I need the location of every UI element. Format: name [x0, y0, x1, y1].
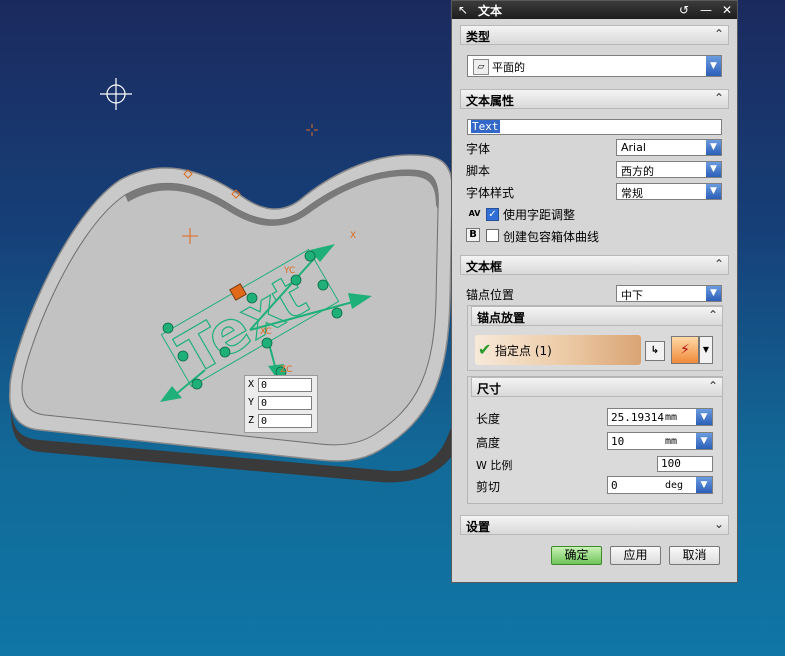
length-label: 长度 [476, 412, 501, 426]
shear-label: 剪切 [476, 480, 501, 494]
coord-z-input[interactable]: 0 [258, 414, 312, 428]
height-unit: mm [665, 436, 678, 447]
coord-row-y: Y 0 [245, 396, 317, 412]
anchor-position-label: 锚点位置 [466, 288, 515, 302]
kerning-label: 使用字距调整 [503, 208, 576, 222]
anchor-position-value: 中下 [621, 289, 643, 302]
apply-button[interactable]: 应用 [610, 546, 661, 565]
width-scale-value: 100 [661, 457, 681, 470]
anchor-place-header[interactable]: 锚点放置 ⌃ [471, 306, 723, 326]
specify-point-selector[interactable]: ✔ 指定点 (1) [475, 335, 641, 365]
collapse-chevron-icon[interactable]: ⌃ [714, 257, 724, 271]
dimensions-title: 尺寸 [477, 382, 502, 396]
font-select-value: Arial [621, 141, 646, 154]
shear-input[interactable]: 0 deg ▼ [607, 476, 713, 494]
collapse-chevron-icon[interactable]: ⌃ [708, 379, 718, 393]
coord-x-input[interactable]: 0 [258, 378, 312, 392]
width-scale-label: W 比例 [476, 459, 513, 472]
text-dialog: ↖ 文本 ↺ — ✕ 类型 ⌃ ▱ 平面的 ▼ 文本属性 ⌃ Text 字体 A… [451, 0, 738, 583]
font-select[interactable]: Arial ▼ [616, 139, 722, 156]
kerning-checkbox[interactable]: ✓ [486, 208, 499, 221]
shear-unit: deg [665, 480, 684, 491]
anchor-place-title: 锚点放置 [477, 311, 526, 325]
bounding-box-label: 创建包容箱体曲线 [503, 230, 600, 244]
section-type-header[interactable]: 类型 ⌃ [460, 25, 729, 45]
dimensions-header[interactable]: 尺寸 ⌃ [471, 377, 723, 397]
chevron-down-icon[interactable]: ▼ [696, 409, 712, 425]
dialog-title: 文本 [478, 4, 503, 18]
minimize-icon[interactable]: — [698, 2, 714, 18]
font-style-select-value: 常规 [621, 187, 643, 200]
coord-row-x: X 0 [245, 378, 317, 394]
font-label: 字体 [466, 142, 491, 156]
pointer-icon: ↖ [457, 3, 469, 17]
text-input-value: Text [471, 120, 500, 133]
checkmark-icon: ✔ [478, 340, 492, 359]
section-settings-header[interactable]: 设置 ⌄ [460, 515, 729, 535]
shear-value: 0 [611, 479, 618, 492]
anchor-position-select[interactable]: 中下 ▼ [616, 285, 722, 302]
script-select[interactable]: 西方的 ▼ [616, 161, 722, 178]
planar-icon: ▱ [473, 59, 489, 75]
chevron-down-icon[interactable]: ▼ [699, 336, 713, 364]
section-text-box-header[interactable]: 文本框 ⌃ [460, 255, 729, 275]
chevron-down-icon[interactable]: ▼ [706, 286, 721, 301]
section-type-title: 类型 [466, 30, 491, 44]
crosshair-cursor-icon [100, 78, 132, 110]
length-input[interactable]: 25.19314 mm ▼ [607, 408, 713, 426]
type-select[interactable]: ▱ 平面的 ▼ [467, 55, 722, 77]
script-label: 脚本 [466, 164, 491, 178]
coordinate-input-box: X 0 Y 0 Z 0 [244, 375, 318, 433]
chevron-down-icon[interactable]: ▼ [706, 140, 721, 155]
script-select-value: 西方的 [621, 165, 654, 178]
coord-y-label: Y [248, 397, 255, 408]
cancel-button[interactable]: 取消 [669, 546, 720, 565]
expand-chevron-icon[interactable]: ⌄ [714, 517, 724, 531]
label-x: X [350, 231, 356, 241]
chevron-down-icon[interactable]: ▼ [696, 477, 712, 493]
section-text-props-header[interactable]: 文本属性 ⌃ [460, 89, 729, 109]
label-yc: YC [283, 266, 295, 276]
coord-z-label: Z [248, 415, 255, 426]
section-text-props-title: 文本属性 [466, 94, 515, 108]
collapse-chevron-icon[interactable]: ⌃ [714, 91, 724, 105]
section-text-box-title: 文本框 [466, 260, 503, 274]
close-icon[interactable]: ✕ [719, 2, 735, 18]
height-label: 高度 [476, 436, 501, 450]
width-scale-input[interactable]: 100 [657, 456, 713, 472]
ok-button[interactable]: 确定 [551, 546, 602, 565]
coord-row-z: Z 0 [245, 414, 317, 430]
font-style-label: 字体样式 [466, 186, 515, 200]
bounding-box-checkbox[interactable] [486, 229, 499, 242]
reset-icon[interactable]: ↺ [676, 2, 692, 18]
specify-point-label: 指定点 (1) [495, 344, 552, 358]
dialog-titlebar[interactable]: ↖ 文本 ↺ — ✕ [452, 1, 737, 19]
point-dialog-icon[interactable]: ↳ [645, 341, 665, 361]
length-unit: mm [665, 412, 678, 423]
section-settings-title: 设置 [466, 520, 491, 534]
height-input[interactable]: 10 mm ▼ [607, 432, 713, 450]
bounding-box-icon: B [466, 228, 480, 242]
inferred-point-icon[interactable]: ⚡ [671, 336, 699, 364]
kerning-icon: AV [468, 209, 481, 218]
height-value: 10 [611, 435, 625, 448]
label-xc: XC [260, 327, 272, 337]
coord-y-input[interactable]: 0 [258, 396, 312, 410]
chevron-down-icon[interactable]: ▼ [706, 162, 721, 177]
collapse-chevron-icon[interactable]: ⌃ [708, 308, 718, 322]
type-select-value: 平面的 [492, 61, 525, 74]
text-input[interactable]: Text [467, 119, 722, 135]
chevron-down-icon[interactable]: ▼ [706, 56, 721, 76]
label-zc: ZC [280, 365, 292, 375]
collapse-chevron-icon[interactable]: ⌃ [714, 27, 724, 41]
chevron-down-icon[interactable]: ▼ [696, 433, 712, 449]
chevron-down-icon[interactable]: ▼ [706, 184, 721, 199]
length-value: 25.19314 [611, 411, 664, 424]
font-style-select[interactable]: 常规 ▼ [616, 183, 722, 200]
coord-x-label: X [248, 379, 255, 390]
